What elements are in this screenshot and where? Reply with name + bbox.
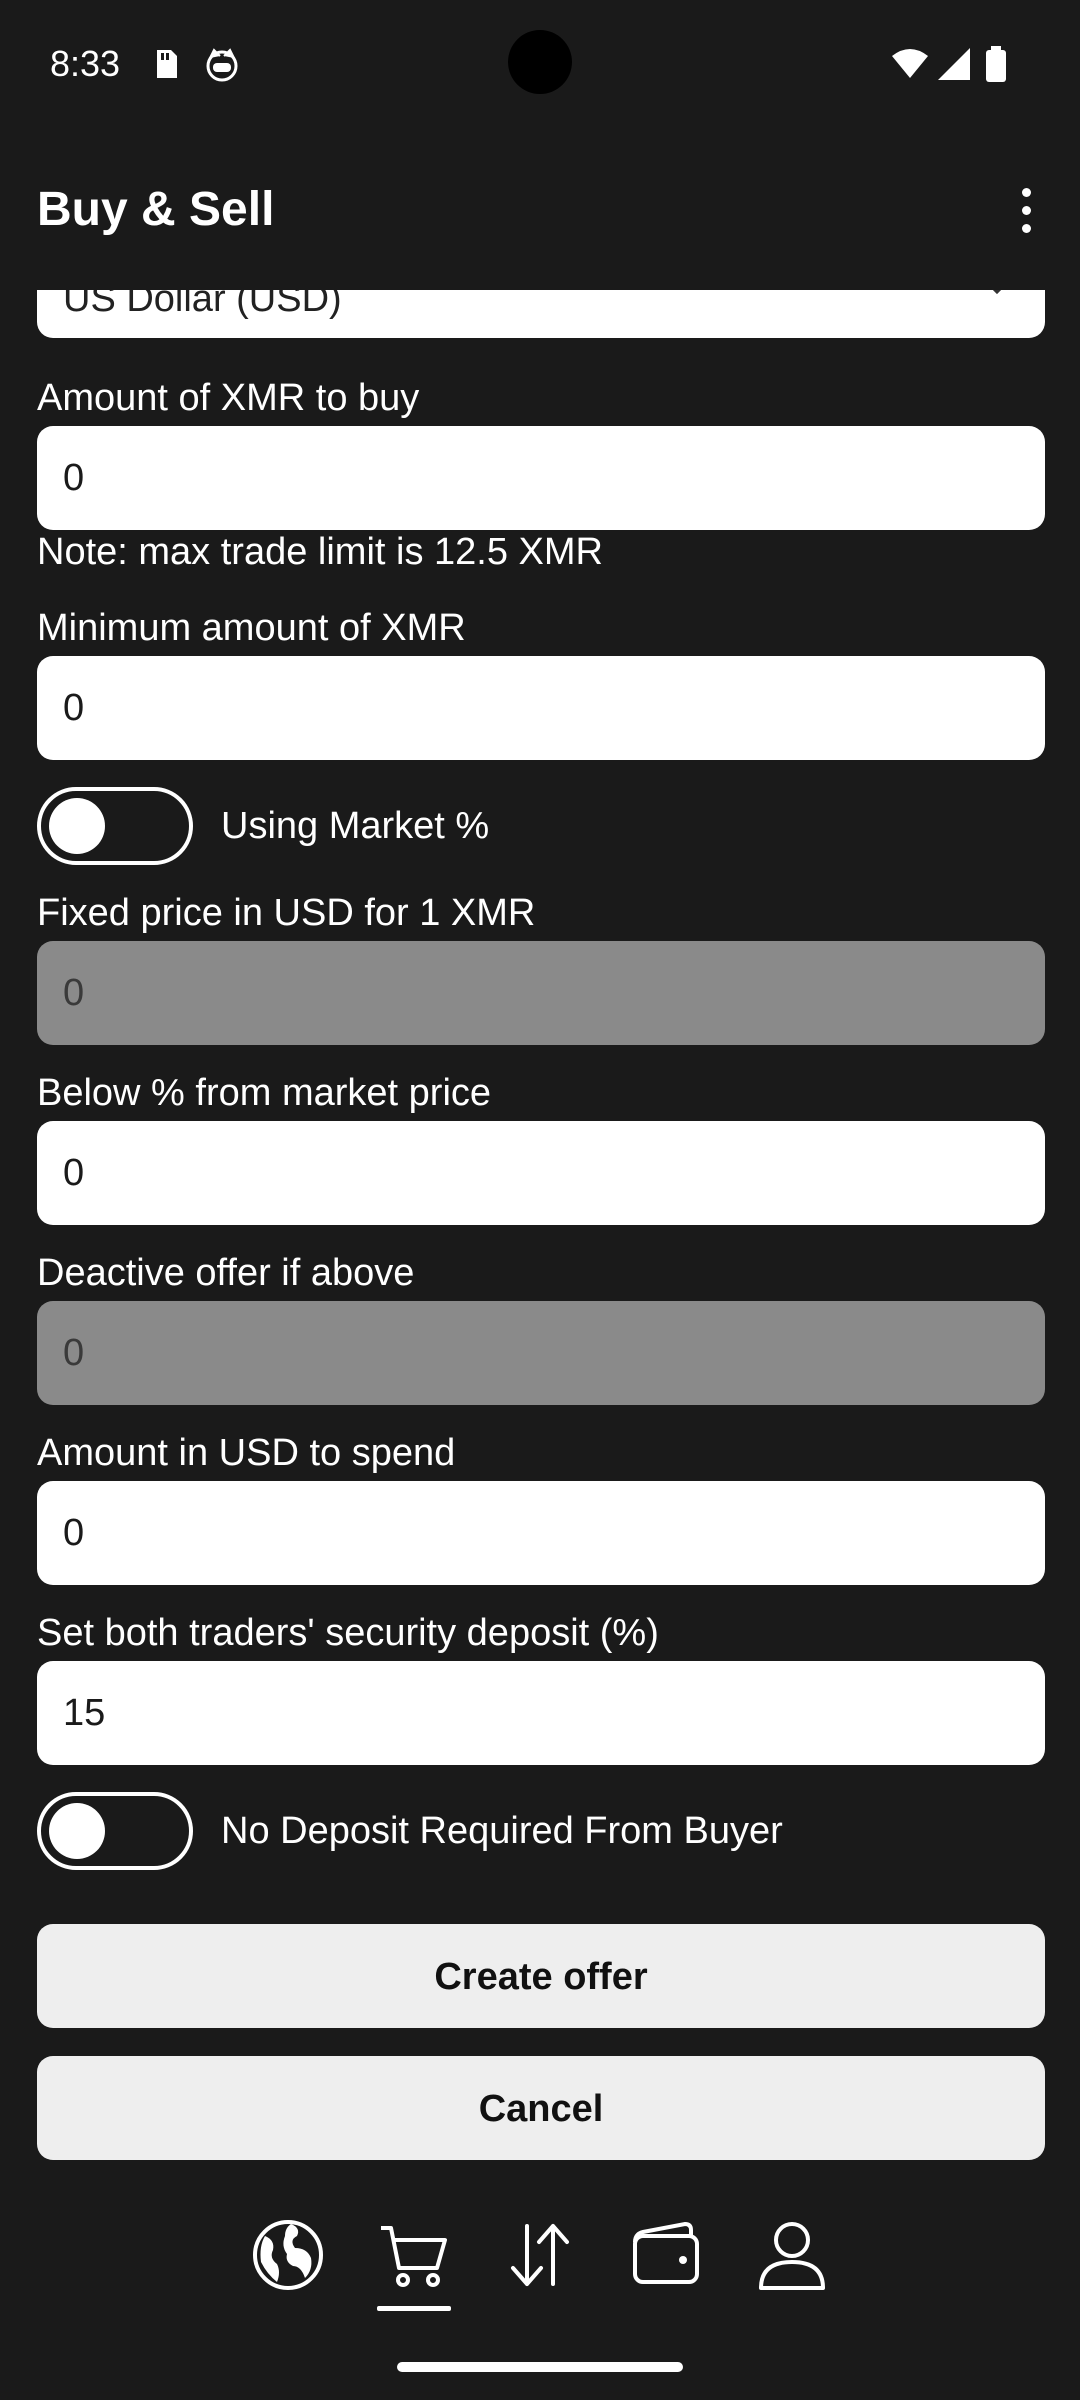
amount-to-buy-input[interactable] <box>37 426 1045 530</box>
nav-item-buy-sell[interactable] <box>364 2200 464 2311</box>
swap-arrows-icon <box>511 2224 569 2286</box>
status-time: 8:33 <box>50 43 121 84</box>
globe-icon <box>253 2220 323 2290</box>
cart-icon <box>381 2226 447 2287</box>
no-deposit-toggle[interactable] <box>37 1792 193 1870</box>
more-vert-icon <box>1021 187 1031 197</box>
person-icon <box>759 2222 825 2290</box>
screen: 8:33 Buy & Sell US Dollar (USD) Amount o… <box>0 0 1080 2400</box>
below-market-label: Below % from market price <box>37 1072 492 1114</box>
no-deposit-toggle-label: No Deposit Required From Buyer <box>221 1810 783 1852</box>
market-percent-toggle[interactable] <box>37 787 193 865</box>
cat-face-icon <box>206 48 238 82</box>
security-deposit-input[interactable] <box>37 1661 1045 1765</box>
toggle-knob <box>49 1803 105 1859</box>
minimum-amount-label: Minimum amount of XMR <box>37 607 466 649</box>
security-deposit-label: Set both traders' security deposit (%) <box>37 1612 659 1654</box>
more-options-button[interactable] <box>996 178 1056 242</box>
active-tab-indicator <box>377 2306 451 2311</box>
amount-to-buy-label: Amount of XMR to buy <box>37 377 420 419</box>
minimum-amount-input[interactable] <box>37 656 1045 760</box>
deactivate-above-input <box>37 1301 1045 1405</box>
sd-card-icon <box>157 50 177 78</box>
signal-icon <box>938 48 970 80</box>
battery-icon <box>986 46 1006 82</box>
trade-limit-note: Note: max trade limit is 12.5 XMR <box>37 531 603 573</box>
toggle-knob <box>49 798 105 854</box>
create-offer-button[interactable]: Create offer <box>37 1924 1045 2028</box>
deactivate-above-label: Deactive offer if above <box>37 1252 415 1294</box>
offer-form[interactable]: US Dollar (USD) Amount of XMR to buy Not… <box>0 290 1080 2170</box>
page-title: Buy & Sell <box>37 183 275 236</box>
wallet-icon <box>633 2221 699 2284</box>
nav-item-trades[interactable] <box>490 2200 590 2310</box>
currency-select-value: US Dollar (USD) <box>63 290 342 320</box>
below-market-input[interactable] <box>37 1121 1045 1225</box>
status-bar: 8:33 <box>0 0 1080 130</box>
camera-cutout <box>508 30 572 94</box>
chevron-down-icon <box>992 290 1002 295</box>
app-bar: Buy & Sell <box>0 160 1080 260</box>
fixed-price-input <box>37 941 1045 1045</box>
nav-item-account[interactable] <box>742 2200 842 2310</box>
nav-item-wallet[interactable] <box>616 2200 716 2310</box>
gesture-navigation-bar[interactable] <box>397 2362 683 2372</box>
nav-item-market[interactable] <box>238 2200 338 2310</box>
bottom-navigation <box>0 2200 1080 2320</box>
amount-to-spend-input[interactable] <box>37 1481 1045 1585</box>
currency-select[interactable]: US Dollar (USD) <box>37 290 1045 338</box>
market-percent-toggle-label: Using Market % <box>221 805 490 847</box>
wifi-icon <box>892 49 928 78</box>
cancel-button[interactable]: Cancel <box>37 2056 1045 2160</box>
amount-to-spend-label: Amount in USD to spend <box>37 1432 456 1474</box>
fixed-price-label: Fixed price in USD for 1 XMR <box>37 892 536 934</box>
